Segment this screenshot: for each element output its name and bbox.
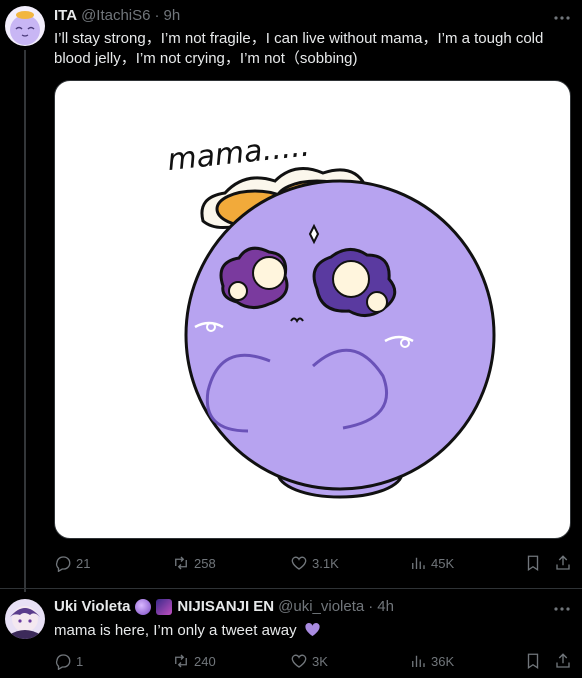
jelly-illustration: mama..... [166, 128, 496, 499]
share-icon [556, 653, 570, 668]
timestamp[interactable]: 4h [377, 598, 394, 615]
avatar-ita[interactable] [5, 6, 45, 46]
org-label: NIJISANJI EN [177, 598, 275, 615]
share-icon [556, 555, 570, 570]
reply-count: 1 [76, 653, 84, 669]
views-chart-icon [412, 557, 425, 569]
more-dots-icon[interactable] [552, 599, 572, 619]
separator-dot: · [368, 598, 374, 615]
purple-heart-icon [305, 622, 320, 637]
views-chart-icon [412, 655, 425, 667]
tweet-text: mama is here, I’m only a tweet away [54, 621, 574, 641]
views-button[interactable]: 36K [409, 651, 454, 671]
bookmark-button[interactable] [524, 651, 542, 671]
thread-line [24, 50, 26, 592]
handle[interactable]: @uki_violeta [278, 598, 364, 615]
tweet-header: ITA @ItachiS6 · 9h [54, 7, 180, 24]
like-button[interactable]: 3.1K [290, 553, 339, 573]
views-count: 45K [431, 555, 455, 571]
repost-icon [175, 654, 187, 668]
tweet-actions: 21 258 3.1K 45K [54, 553, 574, 573]
bookmark-icon [527, 653, 539, 670]
tweet-image[interactable]: mama..... [54, 80, 571, 539]
reply-icon [55, 654, 71, 670]
tweet-uki[interactable]: Uki Violeta NIJISANJI EN @uki_violeta · … [0, 588, 582, 678]
heart-icon [291, 556, 307, 570]
reply-button[interactable]: 1 [54, 651, 83, 671]
timestamp[interactable]: 9h [164, 7, 181, 24]
repost-button[interactable]: 258 [172, 553, 216, 573]
tweet-ita[interactable]: ITA @ItachiS6 · 9h I’ll stay strong，I’m … [0, 0, 582, 592]
like-count: 3K [312, 653, 328, 669]
reply-icon [55, 556, 71, 572]
separator-dot: · [154, 7, 160, 24]
views-count: 36K [431, 653, 455, 669]
like-count: 3.1K [312, 555, 339, 571]
tweet-actions: 1 240 3K 36K [54, 651, 574, 671]
tweet-text: I’ll stay strong，I’m not fragile，I can l… [54, 30, 544, 67]
repost-count: 258 [194, 555, 216, 571]
repost-button[interactable]: 240 [172, 651, 216, 671]
galaxy-icon [156, 598, 173, 615]
display-name[interactable]: ITA [54, 7, 77, 24]
crystal-ball-icon [135, 598, 152, 615]
handle[interactable]: @ItachiS6 [81, 7, 150, 24]
more-dots-icon[interactable] [552, 8, 572, 28]
heart-icon [291, 654, 307, 668]
share-button[interactable] [554, 553, 572, 573]
like-button[interactable]: 3K [290, 651, 328, 671]
reply-count: 21 [76, 555, 91, 571]
repost-count: 240 [194, 653, 216, 669]
tweet-text-body: mama is here, I’m only a tweet away [54, 622, 297, 639]
avatar-uki[interactable] [5, 599, 45, 639]
reply-button[interactable]: 21 [54, 553, 90, 573]
share-button[interactable] [554, 651, 572, 671]
display-name[interactable]: Uki Violeta [54, 598, 130, 615]
bookmark-icon [527, 555, 539, 572]
repost-icon [175, 556, 187, 570]
views-button[interactable]: 45K [409, 553, 454, 573]
tweet-header: Uki Violeta NIJISANJI EN @uki_violeta · … [54, 598, 394, 615]
bookmark-button[interactable] [524, 553, 542, 573]
